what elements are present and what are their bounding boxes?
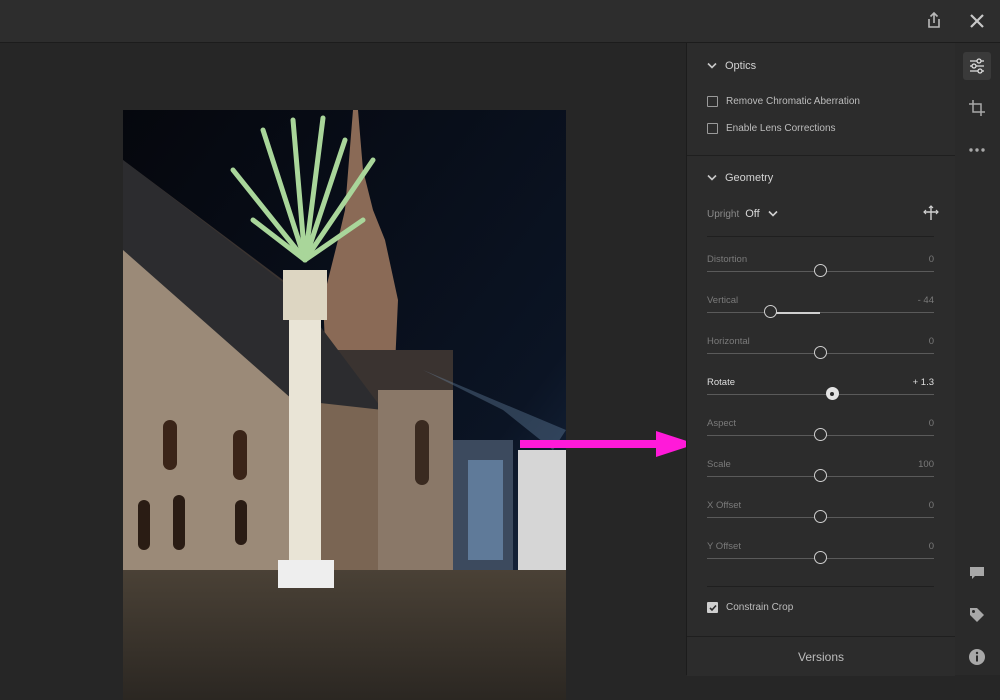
more-icon[interactable] [963,136,991,164]
slider-track[interactable] [707,469,934,482]
slider-value[interactable]: 0 [929,418,934,429]
photo-preview [123,110,566,700]
close-icon[interactable] [966,10,988,32]
slider-value[interactable]: 0 [929,336,934,347]
slider-label: Vertical [707,295,739,306]
slider-label: Distortion [707,254,748,265]
slider-handle[interactable] [825,387,839,400]
checkbox-box[interactable] [707,96,718,107]
slider-handle[interactable] [813,264,827,277]
slider-label: Aspect [707,418,737,429]
checkbox-label: Enable Lens Corrections [726,123,836,134]
slider-track[interactable] [707,264,934,277]
section-divider [687,155,955,156]
slider-handle[interactable] [763,305,777,318]
slider-x-offset[interactable]: X Offset 0 [707,500,934,540]
info-icon[interactable] [963,643,991,671]
slider-scale[interactable]: Scale 100 [707,459,934,499]
checkbox-box[interactable] [707,123,718,134]
remove-chromatic-aberration-checkbox[interactable]: Remove Chromatic Aberration [707,96,860,107]
annotation-arrow [520,431,696,457]
slider-label: Rotate [707,377,735,388]
chevron-down-icon [707,62,717,69]
tool-rail [955,43,1000,675]
crop-icon[interactable] [963,94,991,122]
slider-handle[interactable] [813,551,827,564]
checkbox-box[interactable] [707,602,718,613]
slider-horizontal[interactable]: Horizontal 0 [707,336,934,376]
slider-value[interactable]: 0 [929,541,934,552]
share-icon[interactable] [923,10,945,32]
chevron-down-icon [707,174,717,181]
tag-icon[interactable] [963,601,991,629]
geometry-section-header[interactable]: Geometry [707,172,773,184]
photo-canvas[interactable] [0,43,696,700]
slider-value[interactable]: 100 [918,459,934,470]
slider-track[interactable] [707,551,934,564]
checkbox-label: Remove Chromatic Aberration [726,96,860,107]
slider-track[interactable] [707,346,934,359]
upright-divider [707,236,934,237]
optics-section-header[interactable]: Optics [707,60,756,72]
slider-track[interactable] [707,510,934,523]
chevron-down-icon[interactable] [768,210,778,218]
upright-label: Upright [707,208,740,220]
checkbox-label: Constrain Crop [726,602,794,613]
optics-title: Optics [725,60,757,72]
slider-fill [770,311,821,314]
checkmark-icon [708,604,717,611]
slider-distortion[interactable]: Distortion 0 [707,254,934,294]
guided-upright-icon[interactable] [923,205,939,226]
slider-label: X Offset [707,500,742,511]
enable-lens-corrections-checkbox[interactable]: Enable Lens Corrections [707,123,836,134]
slider-handle[interactable] [813,469,827,482]
slider-track[interactable] [707,428,934,441]
constrain-crop-checkbox[interactable]: Constrain Crop [707,602,793,613]
versions-button[interactable]: Versions [687,636,955,676]
slider-value[interactable]: 0 [929,500,934,511]
sliders-divider [707,586,934,587]
slider-value[interactable]: - 44 [918,295,934,306]
slider-label: Y Offset [707,541,741,552]
slider-y-offset[interactable]: Y Offset 0 [707,541,934,581]
slider-handle[interactable] [813,428,827,441]
slider-track[interactable] [707,387,934,400]
edit-sliders-icon[interactable] [963,52,991,80]
slider-label: Scale [707,459,731,470]
slider-track[interactable] [707,305,934,318]
slider-label: Horizontal [707,336,750,347]
edit-panel: Optics Remove Chromatic Aberration Enabl… [686,43,956,676]
slider-aspect[interactable]: Aspect 0 [707,418,934,458]
slider-vertical[interactable]: Vertical - 44 [707,295,934,335]
upright-control[interactable]: Upright Off [707,208,778,220]
upright-value[interactable]: Off [745,208,759,220]
slider-value[interactable]: 0 [929,254,934,265]
comment-icon[interactable] [963,559,991,587]
geometry-title: Geometry [725,172,774,184]
slider-handle[interactable] [813,346,827,359]
slider-rotate[interactable]: Rotate + 1.3 [707,377,934,417]
slider-handle[interactable] [813,510,827,523]
top-bar [0,0,1000,43]
slider-value[interactable]: + 1.3 [913,377,934,388]
